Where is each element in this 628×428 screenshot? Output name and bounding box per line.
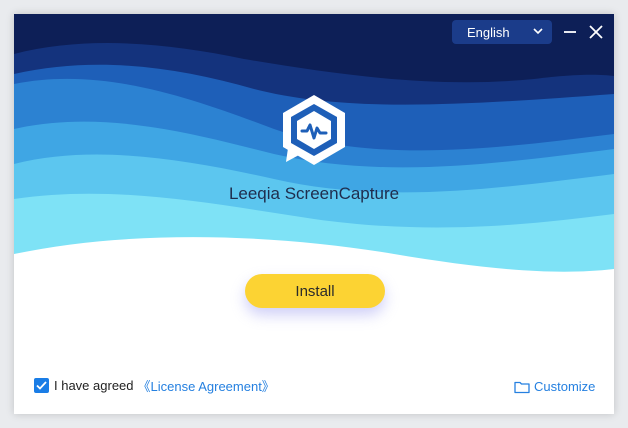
installer-window: English Leeqia ScreenCapture Install I h… <box>14 14 614 414</box>
minimize-icon[interactable] <box>563 25 577 39</box>
language-select[interactable]: English <box>452 20 552 44</box>
agree-checkbox[interactable] <box>34 378 49 393</box>
folder-icon <box>514 381 530 393</box>
agree-label: I have agreed <box>54 378 134 393</box>
close-icon[interactable] <box>589 25 603 39</box>
app-logo-icon <box>283 95 345 165</box>
language-label: English <box>467 24 510 40</box>
install-button[interactable]: Install <box>245 274 385 308</box>
app-title: Leeqia ScreenCapture <box>228 184 400 203</box>
agreement-row: I have agreed 《License Agreement》 <box>34 376 275 395</box>
chevron-down-icon <box>533 28 543 35</box>
license-agreement-link[interactable]: 《License Agreement》 <box>138 376 275 395</box>
customize-button[interactable]: Customize <box>514 379 595 394</box>
checkmark-icon <box>36 381 47 390</box>
customize-label: Customize <box>534 379 596 394</box>
